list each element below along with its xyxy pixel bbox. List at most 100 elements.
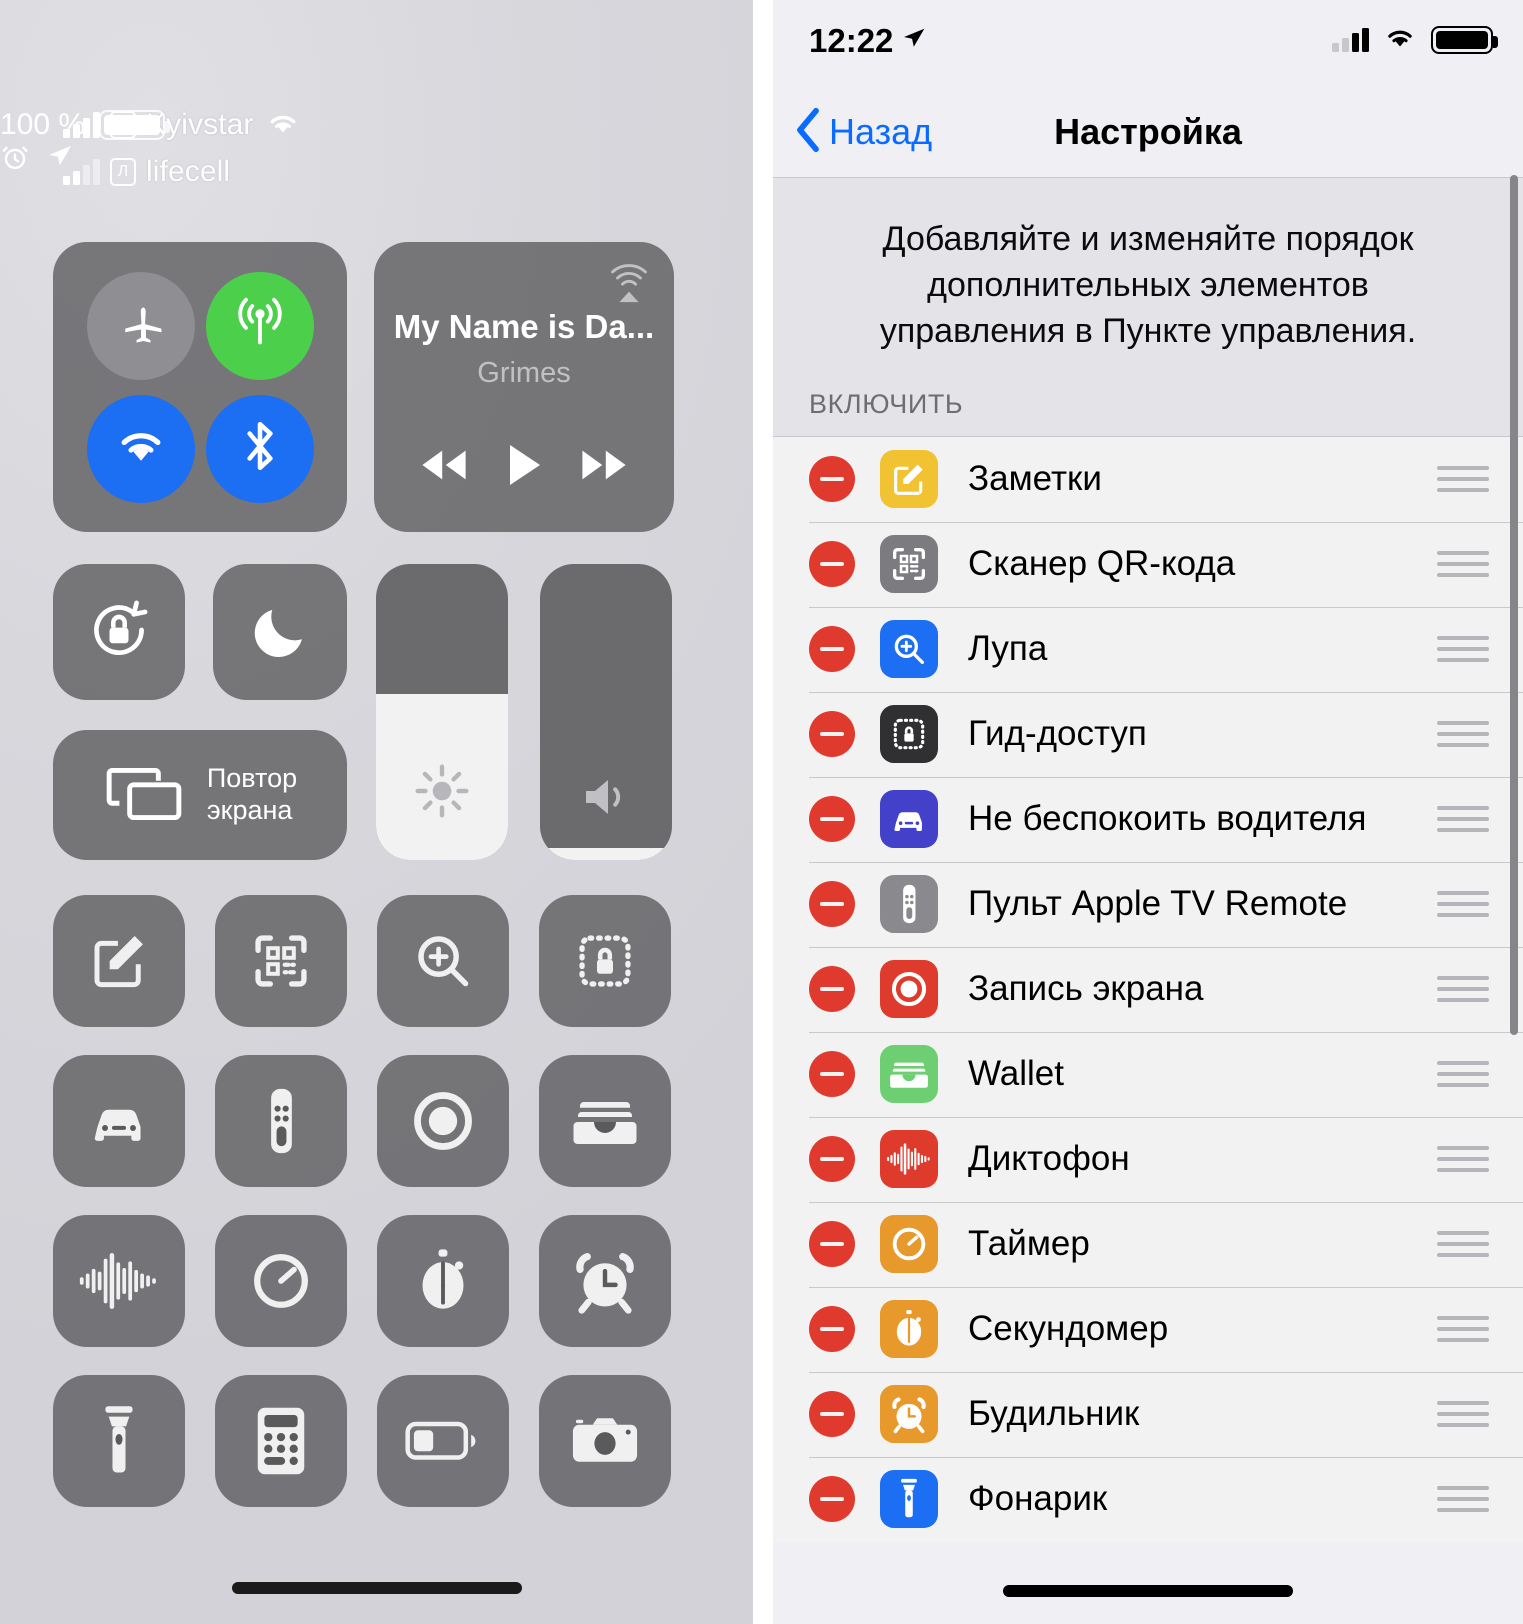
list-item[interactable]: Фонарик: [773, 1456, 1523, 1542]
shortcut-guided-access[interactable]: [539, 895, 671, 1027]
shortcut-calculator[interactable]: [215, 1375, 347, 1507]
vertical-scrollbar[interactable]: [1510, 175, 1518, 1035]
shortcut-low-power-mode[interactable]: [377, 1375, 509, 1507]
shortcut-notes[interactable]: [53, 895, 185, 1027]
reorder-handle-icon[interactable]: [1437, 551, 1489, 578]
remove-button[interactable]: [809, 881, 855, 928]
status-time-label: 12:22: [809, 22, 894, 59]
volume-slider[interactable]: [540, 564, 672, 860]
shortcut-flashlight[interactable]: [53, 1375, 185, 1507]
remove-button[interactable]: [809, 626, 855, 673]
reorder-handle-icon[interactable]: [1437, 466, 1489, 493]
list-item[interactable]: Сканер QR-кода: [773, 521, 1523, 607]
cellular-antenna-icon: [231, 294, 289, 357]
page-title: Настройка: [1054, 111, 1242, 152]
remove-button[interactable]: [809, 966, 855, 1013]
list-item[interactable]: Будильник: [773, 1371, 1523, 1457]
screen-mirroring-button[interactable]: Повтор экрана: [53, 730, 347, 860]
bluetooth-toggle[interactable]: [205, 394, 314, 503]
airplane-mode-toggle[interactable]: [86, 271, 195, 380]
list-item-label: Гид-доступ: [968, 714, 1147, 754]
remove-button[interactable]: [809, 456, 855, 503]
shortcut-stopwatch[interactable]: [377, 1215, 509, 1347]
signal-bars-icon: [63, 112, 100, 138]
airplay-audio-icon[interactable]: [606, 260, 652, 306]
home-indicator: [231, 1582, 522, 1594]
reorder-handle-icon[interactable]: [1437, 891, 1489, 918]
list-item-label: Запись экрана: [968, 969, 1204, 1009]
screen-mirroring-label: Повтор экрана: [207, 763, 297, 827]
reorder-handle-icon[interactable]: [1437, 976, 1489, 1003]
remove-button[interactable]: [809, 711, 855, 758]
guided-access-lock-icon: [880, 705, 938, 764]
play-icon[interactable]: [504, 443, 544, 492]
remove-button[interactable]: [809, 1476, 855, 1523]
wifi-toggle[interactable]: [86, 394, 195, 503]
do-not-disturb-button[interactable]: [213, 564, 347, 700]
control-center-status-bar: K Kyivstar Л lifecell 100 %: [0, 108, 753, 208]
reorder-handle-icon[interactable]: [1437, 1231, 1489, 1258]
list-item[interactable]: Таймер: [773, 1201, 1523, 1287]
rewind-icon[interactable]: [417, 447, 471, 488]
reorder-handle-icon[interactable]: [1437, 1401, 1489, 1428]
reorder-handle-icon[interactable]: [1437, 636, 1489, 663]
control-center-shortcuts-grid: [53, 895, 673, 1507]
screen-mirroring-label-line2: экрана: [206, 795, 293, 825]
shortcut-screen-recording[interactable]: [377, 1055, 509, 1187]
alarm-clock-icon: [880, 1385, 938, 1444]
status-battery-row: 100 %: [0, 108, 753, 142]
shortcut-timer[interactable]: [215, 1215, 347, 1347]
list-item[interactable]: Лупа: [773, 606, 1523, 692]
list-item-label: Пульт Apple TV Remote: [968, 884, 1348, 924]
now-playing-card[interactable]: My Name is Da... Grimes: [374, 242, 674, 532]
remove-button[interactable]: [809, 1221, 855, 1268]
remove-button[interactable]: [809, 1306, 855, 1353]
list-item-label: Будильник: [968, 1394, 1140, 1434]
reorder-handle-icon[interactable]: [1437, 1486, 1489, 1513]
section-header: ВКЛЮЧИТЬ: [773, 354, 1523, 436]
list-item[interactable]: Гид-доступ: [773, 691, 1523, 777]
screen-mirroring-label-line1: Повтор: [206, 763, 298, 794]
remove-button[interactable]: [809, 1051, 855, 1098]
shortcut-driving-focus[interactable]: [53, 1055, 185, 1187]
reorder-handle-icon[interactable]: [1437, 1146, 1489, 1173]
list-item[interactable]: Не беспокоить водителя: [773, 776, 1523, 862]
fast-forward-icon[interactable]: [577, 447, 631, 488]
settings-panel: 12:22 Назад Настройка Добавляйте и измен…: [773, 0, 1523, 1624]
shortcut-qr-scanner[interactable]: [215, 895, 347, 1027]
shortcut-voice-memos[interactable]: [53, 1215, 185, 1347]
list-item[interactable]: Заметки: [773, 436, 1523, 522]
remove-button[interactable]: [809, 1136, 855, 1183]
wifi-icon: [1382, 24, 1418, 56]
speaker-icon: [540, 772, 672, 822]
battery-icon: [1431, 26, 1498, 54]
list-item[interactable]: Диктофон: [773, 1116, 1523, 1202]
remove-button[interactable]: [809, 796, 855, 843]
cellular-data-toggle[interactable]: [205, 271, 314, 380]
now-playing-artist: Grimes: [477, 357, 571, 389]
reorder-handle-icon[interactable]: [1437, 721, 1489, 748]
description-text: Добавляйте и изменяйте порядок дополните…: [879, 220, 1417, 351]
reorder-handle-icon[interactable]: [1437, 806, 1489, 833]
airplane-icon: [114, 296, 168, 355]
shortcut-wallet[interactable]: [539, 1055, 671, 1187]
stopwatch-icon: [880, 1300, 938, 1359]
rotation-lock-button[interactable]: [53, 564, 185, 700]
shortcut-magnifier[interactable]: [377, 895, 509, 1027]
alarm-icon: [0, 142, 30, 177]
remove-button[interactable]: [809, 541, 855, 588]
list-item-label: Заметки: [968, 459, 1102, 499]
remove-button[interactable]: [809, 1391, 855, 1438]
brightness-slider[interactable]: [376, 564, 508, 860]
reorder-handle-icon[interactable]: [1437, 1316, 1489, 1343]
shortcut-camera[interactable]: [539, 1375, 671, 1507]
list-item[interactable]: Пульт Apple TV Remote: [773, 861, 1523, 947]
list-item[interactable]: Запись экрана: [773, 946, 1523, 1032]
shortcut-apple-tv-remote[interactable]: [215, 1055, 347, 1187]
list-item[interactable]: Секундомер: [773, 1286, 1523, 1372]
list-item[interactable]: Wallet: [773, 1031, 1523, 1117]
enabled-controls-list: Заметки Сканер QR-кода Лупа Гид-доступ Не бе…: [773, 435, 1523, 1542]
reorder-handle-icon[interactable]: [1437, 1061, 1489, 1088]
wallet-icon: [880, 1045, 938, 1104]
shortcut-alarm[interactable]: [539, 1215, 671, 1347]
